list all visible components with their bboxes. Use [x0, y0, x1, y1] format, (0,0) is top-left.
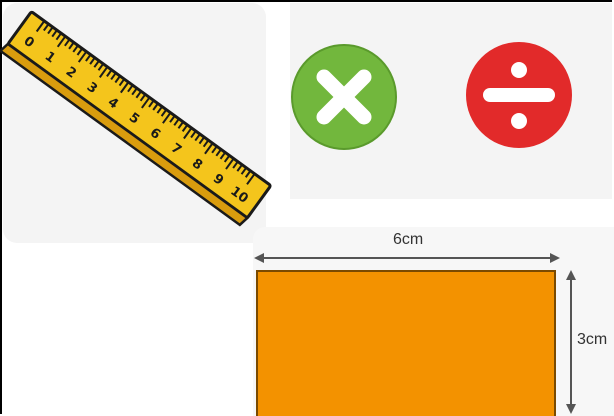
rectangle-shape	[256, 270, 556, 416]
width-arrow	[254, 253, 560, 263]
ruler-illustration: 012345678910	[0, 10, 272, 227]
divide-icon	[466, 42, 572, 148]
width-label: 6cm	[393, 231, 424, 248]
height-label: 3cm	[577, 331, 608, 348]
multiply-icon	[291, 44, 397, 150]
